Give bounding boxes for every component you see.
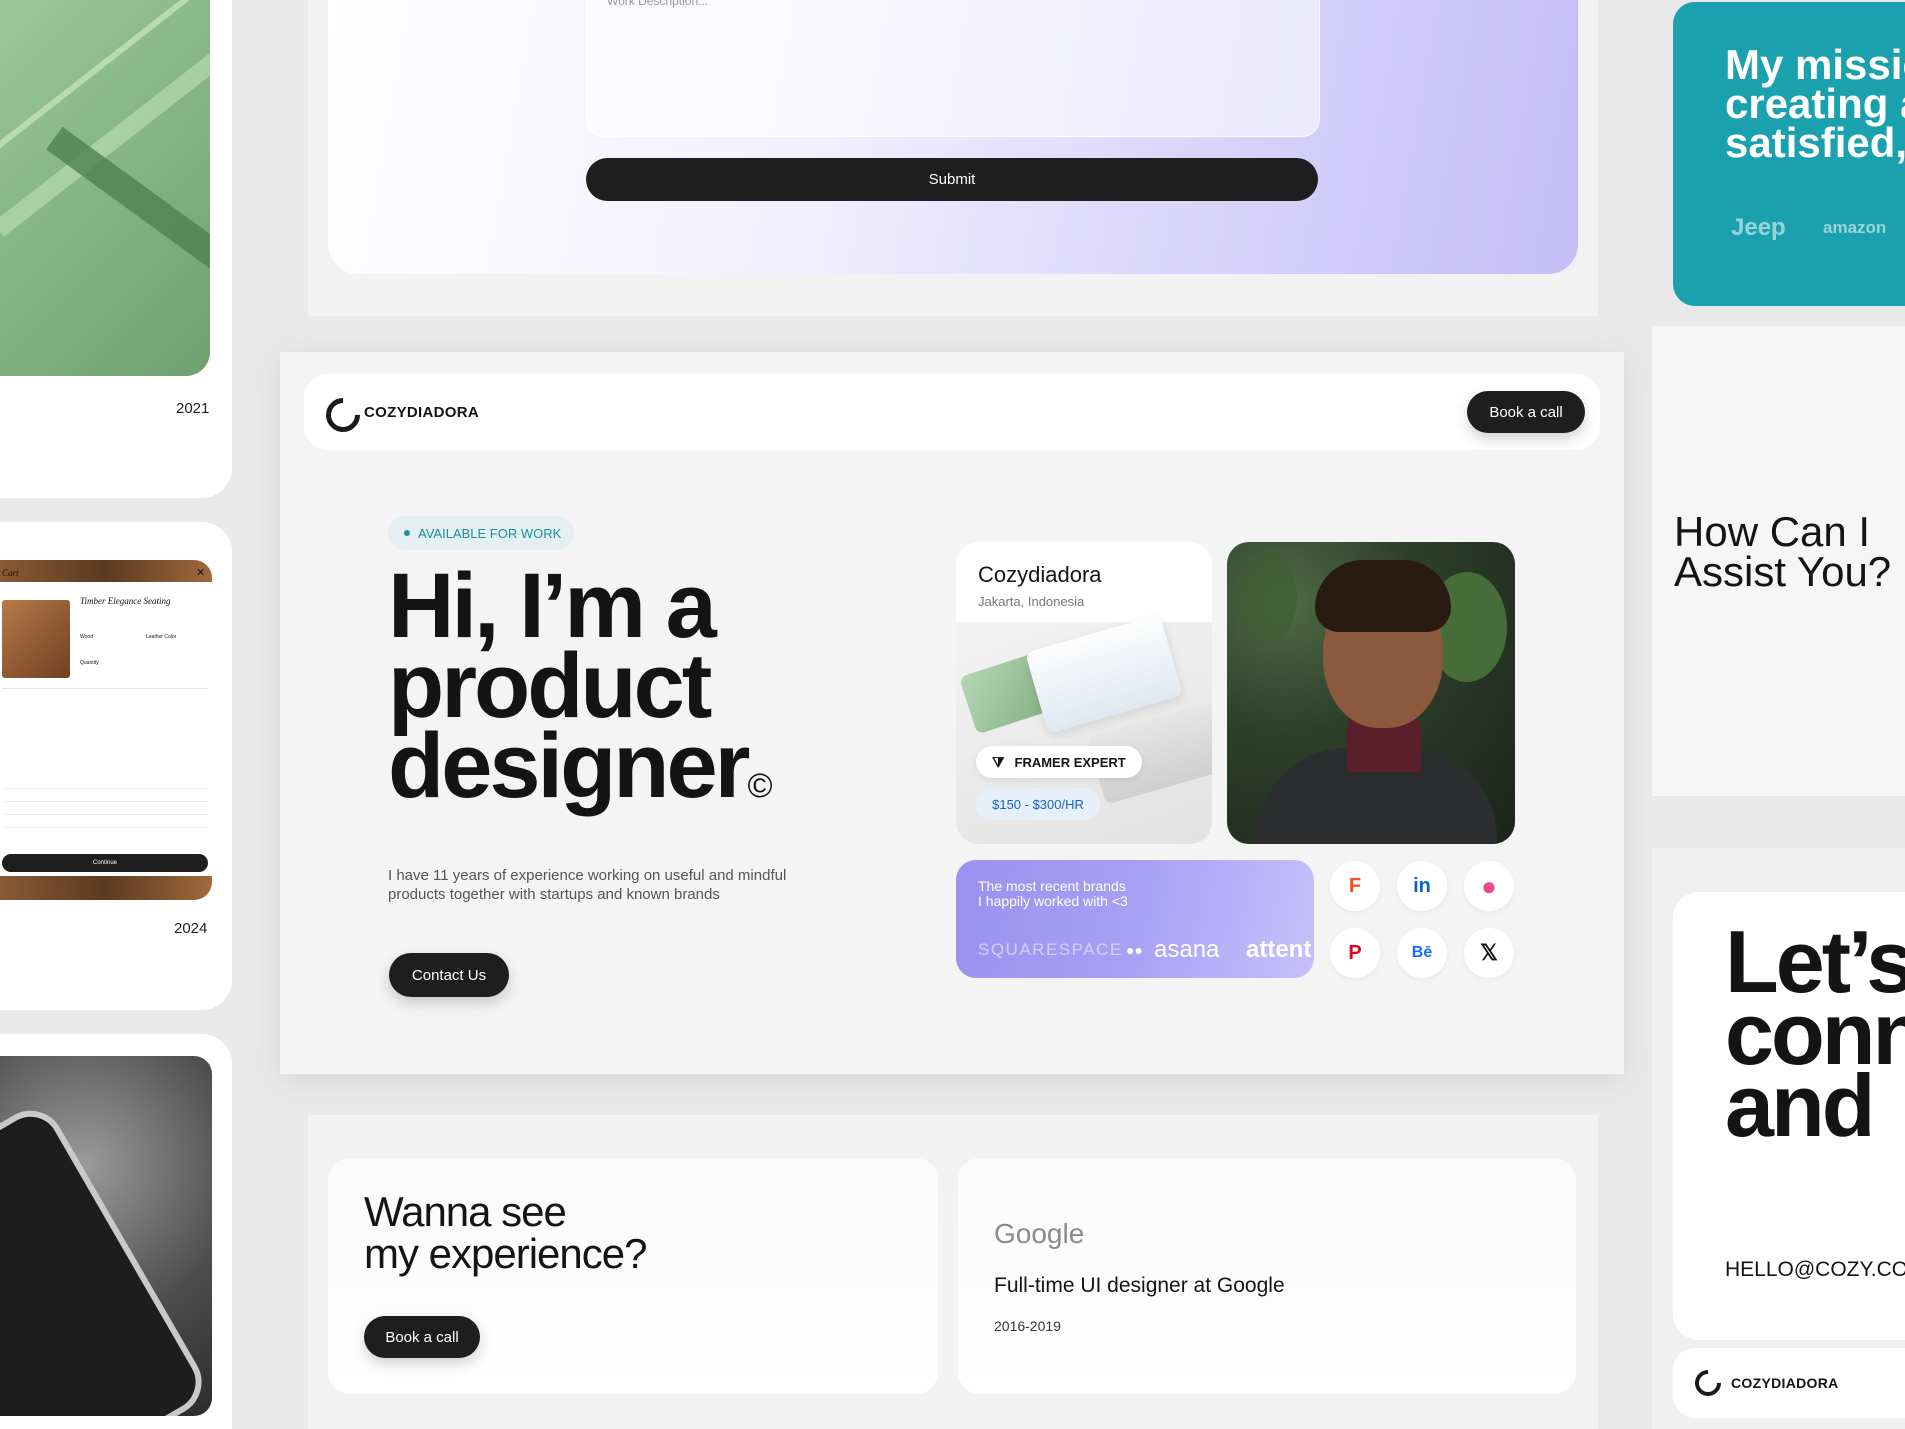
- mission-card: My missio creating a satisfied, Jeep ama…: [1673, 2, 1905, 306]
- close-icon: ✕: [196, 567, 206, 579]
- mission-line2: creating a: [1725, 80, 1905, 127]
- connect-heading-line3: and: [1725, 1056, 1875, 1155]
- brand-logo-attent: attent: [1246, 936, 1312, 963]
- framer-icon: ⧩: [992, 753, 1005, 770]
- brand-logo-asana: asana: [1154, 936, 1220, 963]
- brands-caption-line2: I happily worked with <3: [978, 893, 1128, 909]
- hero-title-line1: Hi, I’m a: [388, 555, 717, 657]
- asana-dots-icon: ●●: [1126, 942, 1143, 958]
- hero-title-line3: designer©: [388, 720, 868, 826]
- jeep-logo: Jeep: [1731, 214, 1786, 241]
- job-role: Full-time UI designer at Google: [994, 1274, 1285, 1297]
- footer-logo-icon[interactable]: [1689, 1364, 1727, 1402]
- pinterest-icon[interactable]: P: [1330, 928, 1380, 978]
- nav-book-call-button[interactable]: Book a call: [1467, 391, 1585, 433]
- experience-cta-card: Wanna see my experience? Book a call: [328, 1158, 938, 1394]
- assist-heading-line1: How Can I: [1674, 508, 1871, 555]
- cart-quantity-label: Quantity: [80, 660, 99, 666]
- chair-thumbnail: [2, 600, 70, 678]
- linkedin-icon[interactable]: in: [1397, 861, 1447, 911]
- cart-wood-label: Wood: [80, 634, 93, 640]
- amazon-logo: amazon: [1823, 218, 1887, 237]
- hero-title-line2: product: [388, 635, 712, 737]
- job-years: 2016-2019: [994, 1318, 1061, 1334]
- mission-line3: satisfied,: [1725, 119, 1905, 166]
- profile-photo: [1227, 542, 1515, 844]
- phone-device: [0, 1098, 212, 1416]
- profile-location: Jakarta, Indonesia: [978, 594, 1085, 609]
- experience-book-call-button[interactable]: Book a call: [364, 1316, 480, 1358]
- framer-expert-text: FRAMER EXPERT: [1014, 754, 1126, 770]
- cart-summary-lines: [2, 788, 208, 828]
- hourly-rate-badge: $150 - $300/HR: [976, 788, 1100, 820]
- experience-heading-line1: Wanna see: [364, 1188, 567, 1235]
- submit-button[interactable]: Submit: [586, 158, 1318, 201]
- mission-line1: My missio: [1725, 41, 1905, 88]
- year-label-2021: 2021: [176, 400, 210, 417]
- brand-logo-squarespace: SQUARESPACE: [978, 940, 1123, 959]
- year-label-2024: 2024: [174, 920, 208, 937]
- job-card-google[interactable]: Google Full-time UI designer at Google 2…: [958, 1158, 1576, 1394]
- cart-mockup-image: Cart ✕ Timber Elegance Seating Wood Leat…: [0, 560, 212, 900]
- green-paper-image: [0, 0, 210, 376]
- cart-leather-label: Leather Color: [146, 634, 177, 640]
- dribbble-icon[interactable]: ●: [1464, 861, 1514, 911]
- brands-caption-line1: The most recent brands: [978, 878, 1126, 894]
- contact-us-button[interactable]: Contact Us: [389, 953, 509, 997]
- experience-heading-line2: my experience?: [364, 1230, 647, 1277]
- hero-title-word: designer: [388, 715, 750, 817]
- brands-card: The most recent brands I happily worked …: [956, 860, 1314, 978]
- cart-divider: [2, 688, 208, 689]
- hero-description: I have 11 years of experience working on…: [388, 867, 787, 903]
- assist-section: How Can I Assist You?: [1652, 326, 1905, 796]
- figma-icon[interactable]: F: [1330, 861, 1380, 911]
- connect-card: Let’s conn and HELLO@COZY.COI: [1673, 892, 1905, 1340]
- work-description-textarea[interactable]: Work Description...: [586, 0, 1320, 137]
- availability-badge: AVAILABLE FOR WORK: [388, 516, 574, 550]
- behance-icon[interactable]: Bē: [1397, 928, 1447, 978]
- profile-name: Cozydiadora: [978, 562, 1102, 587]
- hero-title: Hi, I’m a product designer©: [388, 555, 868, 826]
- footer-brand-bar: COZYDIADORA: [1673, 1348, 1905, 1418]
- top-navbar: [304, 374, 1600, 450]
- cart-continue-button[interactable]: Continue: [2, 854, 208, 872]
- phone-on-rock-image: [0, 1056, 212, 1416]
- work-description-placeholder: Work Description...: [607, 0, 709, 8]
- x-twitter-icon[interactable]: 𝕏: [1464, 928, 1514, 978]
- status-dot-icon: [404, 530, 410, 536]
- cart-title: Cart: [2, 568, 19, 578]
- google-logo: Google: [994, 1218, 1085, 1249]
- assist-heading-line2: Assist You?: [1674, 548, 1892, 595]
- framer-expert-badge: ⧩ FRAMER EXPERT: [976, 746, 1142, 778]
- brand-name[interactable]: COZYDIADORA: [364, 404, 479, 421]
- footer-brand-name[interactable]: COZYDIADORA: [1731, 1375, 1839, 1391]
- copyright-mark: ©: [747, 767, 773, 805]
- cart-product-name: Timber Elegance Seating: [80, 596, 171, 606]
- availability-text: AVAILABLE FOR WORK: [418, 525, 562, 541]
- contact-email[interactable]: HELLO@COZY.COI: [1725, 1258, 1905, 1282]
